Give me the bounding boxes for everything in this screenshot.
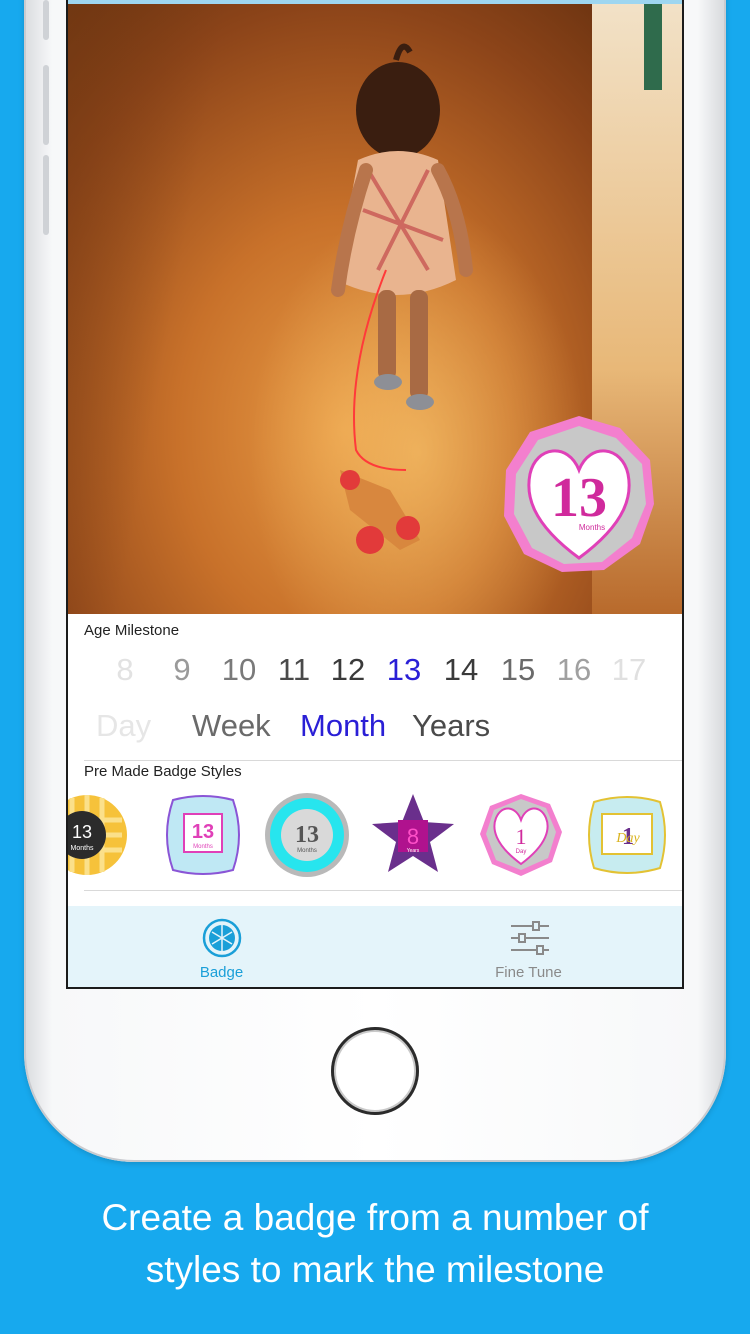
number-option[interactable]: 14 — [436, 652, 486, 688]
unit-option[interactable]: Week — [192, 708, 271, 744]
caption-line-2: styles to mark the milestone — [145, 1249, 605, 1290]
marketing-caption: Create a badge from a number of styles t… — [0, 1192, 750, 1296]
sliders-icon — [511, 921, 549, 955]
number-option[interactable]: 15 — [493, 652, 543, 688]
unit-option[interactable]: Day — [96, 708, 151, 744]
home-button[interactable] — [331, 1027, 419, 1115]
svg-text:Years: Years — [407, 848, 420, 854]
tab-fine-tune-label: Fine Tune — [495, 964, 562, 981]
badge-styles-list[interactable]: 13 Months 13 Months 13 Months 8 Years 1 … — [68, 790, 682, 890]
photo-badge[interactable]: 13 Months — [500, 412, 658, 574]
badge-icon — [202, 918, 242, 958]
volume-down-button — [43, 155, 49, 235]
app-screen: 13 Months Age Milestone 8 9 10 11 12 13 … — [66, 0, 684, 989]
caption-line-1: Create a badge from a number of — [101, 1197, 649, 1238]
badge-style-cyan-circle[interactable]: 13 Months — [262, 790, 352, 880]
badge-style-yellow-plaid[interactable]: 13 Months — [66, 790, 132, 880]
number-option[interactable]: 8 — [100, 652, 150, 688]
photo-canvas[interactable]: 13 Months — [68, 0, 682, 614]
number-option[interactable]: 17 — [604, 652, 654, 688]
badge-style-pink-heart[interactable]: 1 Day — [476, 790, 566, 880]
svg-text:1: 1 — [516, 824, 527, 849]
badge-styles-label: Pre Made Badge Styles — [84, 763, 242, 780]
svg-text:Months: Months — [297, 848, 317, 854]
badge-style-blue-stripes[interactable]: 13 Months — [158, 790, 248, 880]
badge-style-yellow-frame[interactable]: 1 Day — [582, 790, 672, 880]
svg-text:13: 13 — [192, 821, 214, 843]
photo-badge-unit: Months — [579, 523, 605, 532]
number-option[interactable]: 10 — [214, 652, 264, 688]
svg-text:Day: Day — [516, 849, 527, 855]
section-divider — [84, 890, 682, 891]
badge-style-purple-star[interactable]: 8 Years — [368, 790, 458, 880]
tab-bar: Badge Fine Tune — [68, 906, 682, 987]
section-divider — [84, 760, 682, 761]
unit-picker[interactable]: Day Week Month Years — [68, 708, 682, 754]
number-option[interactable]: 11 — [269, 652, 319, 688]
unit-option-selected[interactable]: Month — [300, 708, 386, 744]
number-option[interactable]: 9 — [157, 652, 207, 688]
number-option-selected[interactable]: 13 — [379, 652, 429, 688]
volume-up-button — [43, 65, 49, 145]
svg-text:8: 8 — [407, 824, 419, 849]
tab-badge-label: Badge — [199, 964, 244, 981]
svg-text:13: 13 — [72, 822, 92, 842]
svg-text:13: 13 — [295, 822, 319, 848]
unit-option[interactable]: Years — [412, 708, 490, 744]
photo-badge-number: 13 — [551, 467, 607, 529]
mute-switch — [43, 0, 49, 40]
wooden-toy — [340, 470, 420, 554]
number-option[interactable]: 16 — [549, 652, 599, 688]
age-milestone-label: Age Milestone — [84, 622, 180, 639]
svg-text:Day: Day — [615, 831, 640, 846]
svg-text:Months: Months — [71, 845, 94, 852]
tab-badge[interactable]: Badge — [68, 906, 375, 987]
tab-fine-tune[interactable]: Fine Tune — [375, 906, 682, 987]
number-option[interactable]: 12 — [323, 652, 373, 688]
number-picker[interactable]: 8 9 10 11 12 13 14 15 16 17 — [68, 652, 682, 698]
svg-text:Months: Months — [193, 844, 213, 850]
